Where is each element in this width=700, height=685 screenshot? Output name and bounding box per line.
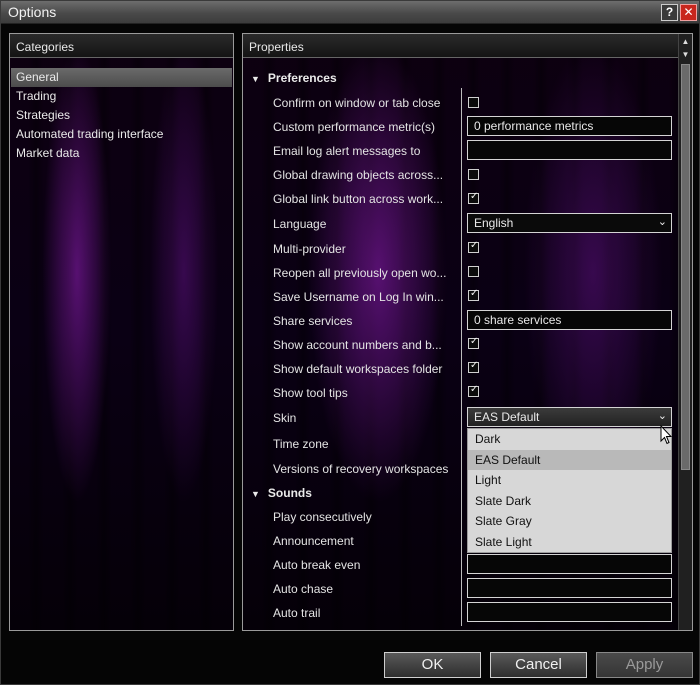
properties-header: Properties [243, 34, 692, 58]
categories-list: General Trading Strategies Automated tra… [11, 68, 232, 163]
auto-trail-field[interactable] [467, 602, 672, 622]
checkmark-icon: ✓ [470, 240, 479, 251]
scroll-down-icon[interactable]: ▼ [679, 48, 692, 61]
category-item-automated-trading[interactable]: Automated trading interface [11, 125, 232, 144]
checkbox-confirm-close[interactable] [468, 97, 479, 108]
collapse-triangle-icon[interactable]: ▼ [251, 489, 260, 499]
auto-break-even-field[interactable] [467, 554, 672, 574]
section-preferences[interactable]: ▼ Preferences [251, 71, 337, 85]
label-recovery-versions: Versions of recovery workspaces [273, 462, 449, 476]
section-title: Sounds [267, 486, 312, 500]
checkmark-icon: ✓ [470, 191, 479, 202]
skin-dropdown-list[interactable]: Dark EAS Default Light Slate Dark Slate … [467, 428, 672, 553]
categories-panel: Categories General Trading Strategies Au… [9, 33, 234, 631]
chevron-down-icon: ⌄ [657, 216, 667, 228]
label-auto-chase: Auto chase [273, 582, 334, 596]
label-language: Language [273, 217, 327, 231]
label-announcement: Announcement [273, 534, 354, 548]
language-dropdown[interactable]: English ⌄ [467, 213, 672, 233]
checkbox-show-account-numbers[interactable]: ✓ [468, 336, 479, 349]
skin-option-slate-dark[interactable]: Slate Dark [468, 491, 671, 512]
apply-button[interactable]: Apply [596, 652, 693, 678]
mouse-cursor-icon [660, 425, 672, 445]
scroll-thumb[interactable] [681, 64, 690, 470]
label-skin: Skin [273, 411, 297, 425]
options-window: Options ? ✕ Categories General Trading S… [0, 0, 700, 685]
label-email-log: Email log alert messages to [273, 144, 421, 158]
section-title: Preferences [267, 71, 337, 85]
custom-performance-field[interactable]: 0 performance metrics [467, 116, 672, 136]
checkbox-multi-provider[interactable]: ✓ [468, 240, 479, 253]
skin-value: EAS Default [474, 410, 540, 424]
category-item-trading[interactable]: Trading [11, 87, 232, 106]
skin-option-slate-gray[interactable]: Slate Gray [468, 511, 671, 532]
skin-option-dark[interactable]: Dark [468, 429, 671, 450]
scroll-up-icon[interactable]: ▲ [679, 35, 692, 48]
column-divider[interactable] [461, 88, 462, 626]
properties-scrollbar[interactable]: ▲ ▼ [678, 34, 692, 630]
label-global-link: Global link button across work... [273, 192, 444, 206]
label-multi-provider: Multi-provider [273, 242, 346, 256]
share-services-field[interactable]: 0 share services [467, 310, 672, 330]
chevron-down-icon: ⌄ [657, 410, 667, 422]
category-item-general[interactable]: General [11, 68, 232, 87]
help-button[interactable]: ? [661, 4, 678, 21]
checkbox-show-default-workspaces[interactable]: ✓ [468, 360, 479, 373]
cancel-button[interactable]: Cancel [490, 652, 587, 678]
skin-option-eas-default[interactable]: EAS Default [468, 449, 671, 470]
checkbox-global-link[interactable]: ✓ [468, 191, 479, 204]
language-value: English [474, 216, 514, 230]
label-play-consecutively: Play consecutively [273, 510, 372, 524]
checkbox-reopen-workspaces[interactable] [468, 266, 479, 277]
checkmark-icon: ✓ [470, 288, 479, 299]
title-bar[interactable]: Options ? ✕ [1, 1, 699, 24]
collapse-triangle-icon[interactable]: ▼ [251, 74, 260, 84]
ok-button[interactable]: OK [384, 652, 481, 678]
skin-option-light[interactable]: Light [468, 470, 671, 491]
label-show-account-numbers: Show account numbers and b... [273, 338, 442, 352]
checkbox-show-tool-tips[interactable]: ✓ [468, 384, 479, 397]
label-time-zone: Time zone [273, 437, 329, 451]
label-auto-break-even: Auto break even [273, 558, 361, 572]
email-log-field[interactable] [467, 140, 672, 160]
category-item-market-data[interactable]: Market data [11, 144, 232, 163]
label-global-drawing: Global drawing objects across... [273, 168, 444, 182]
categories-header: Categories [10, 34, 233, 58]
skin-dropdown[interactable]: EAS Default ⌄ [467, 407, 672, 427]
label-save-username: Save Username on Log In win... [273, 290, 444, 304]
checkbox-save-username[interactable]: ✓ [468, 288, 479, 301]
label-confirm-close: Confirm on window or tab close [273, 96, 441, 110]
checkmark-icon: ✓ [470, 336, 479, 347]
label-reopen-workspaces: Reopen all previously open wo... [273, 266, 447, 280]
label-custom-performance: Custom performance metric(s) [273, 120, 436, 134]
checkbox-global-drawing[interactable] [468, 169, 479, 180]
checkmark-icon: ✓ [470, 384, 479, 395]
close-icon: ✕ [683, 5, 694, 19]
label-show-default-workspaces: Show default workspaces folder [273, 362, 443, 376]
label-show-tool-tips: Show tool tips [273, 386, 348, 400]
checkmark-icon: ✓ [470, 360, 479, 371]
auto-chase-field[interactable] [467, 578, 672, 598]
label-share-services: Share services [273, 314, 353, 328]
category-item-strategies[interactable]: Strategies [11, 106, 232, 125]
skin-option-slate-light[interactable]: Slate Light [468, 532, 671, 553]
label-auto-trail: Auto trail [273, 606, 321, 620]
window-title: Options [8, 4, 57, 20]
section-sounds[interactable]: ▼ Sounds [251, 486, 312, 500]
close-button[interactable]: ✕ [680, 4, 697, 21]
